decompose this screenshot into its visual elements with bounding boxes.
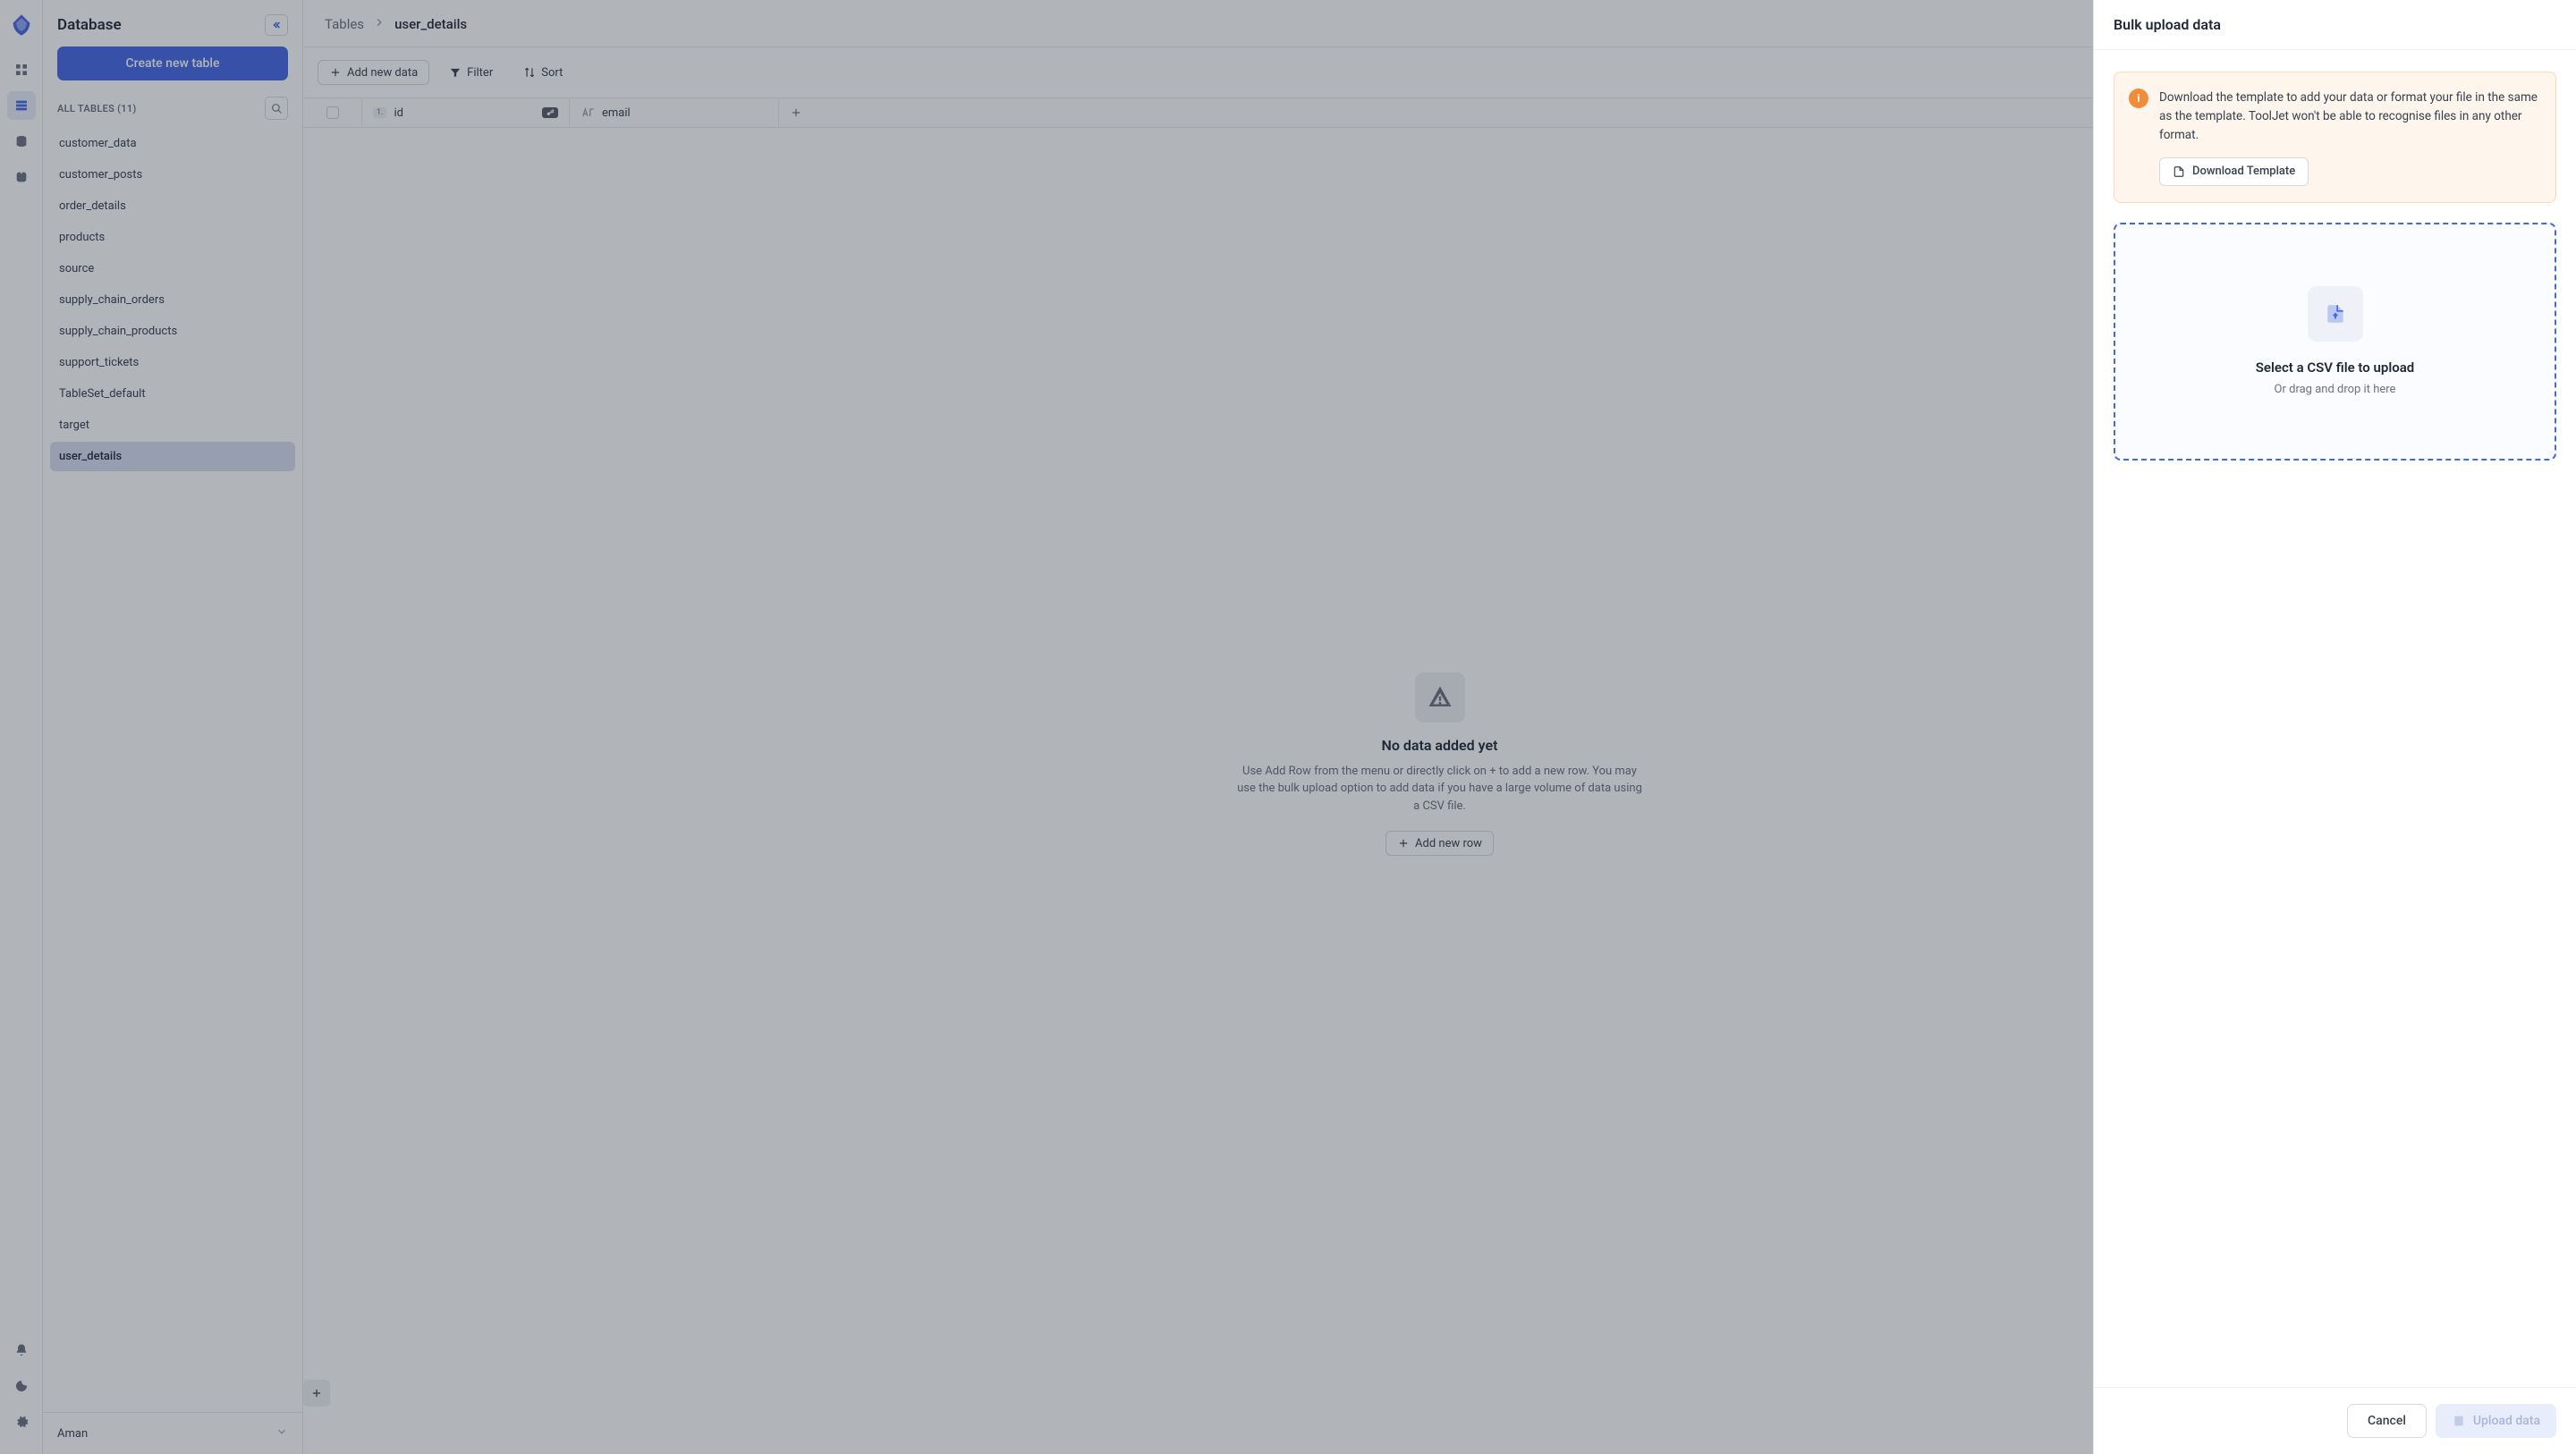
- bulk-upload-drawer: Bulk upload data i Download the template…: [2093, 0, 2576, 1454]
- upload-file-icon: [2308, 286, 2363, 342]
- drawer-title: Bulk upload data: [2114, 16, 2556, 33]
- dropzone-subtitle: Or drag and drop it here: [2275, 383, 2396, 396]
- file-icon: [2173, 165, 2185, 178]
- info-card: i Download the template to add your data…: [2114, 72, 2556, 203]
- upload-data-button[interactable]: Upload data: [2436, 1404, 2556, 1438]
- file-upload-icon: [2452, 1414, 2466, 1428]
- file-dropzone[interactable]: Select a CSV file to upload Or drag and …: [2114, 223, 2556, 461]
- info-icon: i: [2129, 89, 2148, 108]
- cancel-button[interactable]: Cancel: [2347, 1404, 2427, 1438]
- dropzone-title: Select a CSV file to upload: [2256, 359, 2414, 376]
- info-text: Download the template to add your data o…: [2159, 89, 2539, 145]
- download-template-button[interactable]: Download Template: [2159, 157, 2309, 186]
